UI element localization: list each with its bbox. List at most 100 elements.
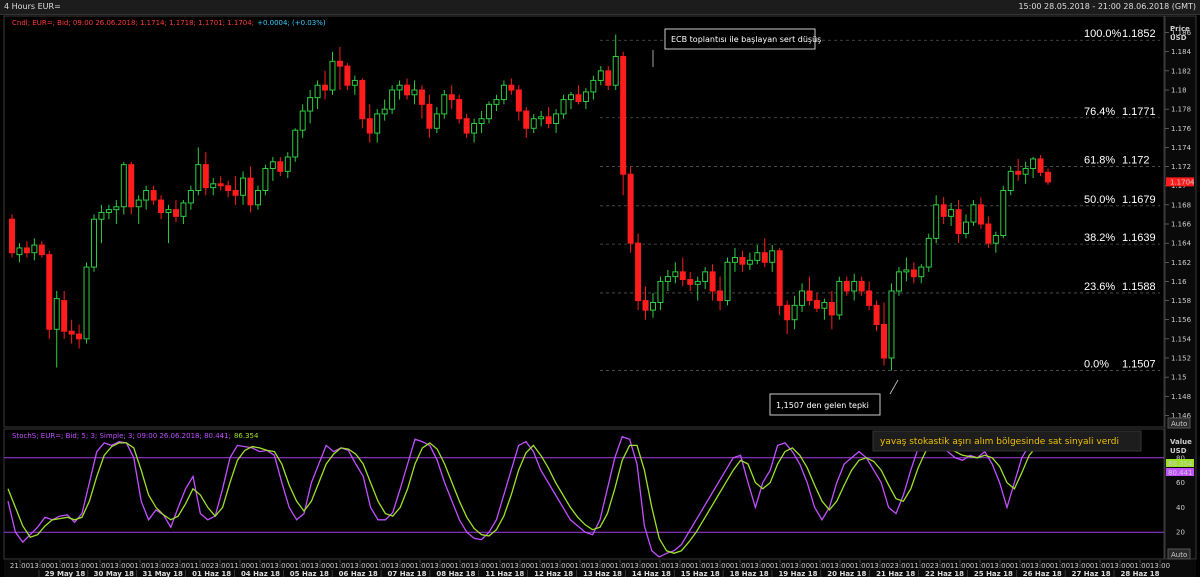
- candle-body: [642, 300, 649, 311]
- x-time-label: 23:00: [890, 562, 910, 570]
- x-date-label: 26 Haz 18: [1023, 570, 1062, 577]
- candle-body: [187, 190, 194, 204]
- candle-body: [396, 84, 403, 91]
- candle-body: [881, 324, 888, 359]
- candle-body: [478, 118, 485, 125]
- candle-body: [597, 70, 604, 81]
- candle-body: [970, 204, 977, 223]
- candle-body: [687, 279, 694, 285]
- title-bar: 4 Hours EUR= 15:00 28.05.2018 - 21:00 28…: [0, 0, 1200, 15]
- candle-body: [456, 99, 463, 120]
- candle-body: [694, 280, 701, 285]
- candle-body: [68, 330, 75, 335]
- x-time-label: 01:00: [250, 562, 270, 570]
- candle-body: [448, 94, 455, 101]
- x-date-label: 20 Haz 18: [827, 570, 866, 577]
- window-title: 4 Hours EUR=: [4, 2, 61, 11]
- candle-body: [679, 271, 686, 281]
- candle-body: [873, 304, 880, 326]
- candle-body: [717, 290, 724, 302]
- x-time-label: 01:00: [770, 562, 790, 570]
- candle-body: [307, 97, 314, 112]
- candle-body: [113, 206, 120, 211]
- candle-body: [284, 156, 291, 172]
- stoch-tick-label: 40: [1176, 504, 1185, 512]
- x-date-label: 11 Haz 18: [485, 570, 524, 577]
- candle-body: [172, 209, 179, 217]
- candle-body: [582, 91, 589, 102]
- candle-body: [843, 280, 850, 292]
- candle-body: [225, 185, 232, 191]
- candle-body: [1015, 170, 1022, 175]
- candle-body: [23, 247, 30, 254]
- price-tick-label: 1.182: [1171, 67, 1191, 75]
- x-time-label: 01:00: [90, 562, 110, 570]
- candle-body: [1030, 158, 1037, 169]
- candle-body: [731, 257, 738, 263]
- candle-body: [933, 204, 940, 239]
- x-time-label: 13:00: [550, 562, 570, 570]
- x-time-label: 13:00: [990, 562, 1010, 570]
- candle-body: [76, 333, 83, 340]
- price-info: Cndl; EUR=; Bid; 09:00 26.06.2018; 1.171…: [12, 19, 326, 27]
- price-tick-label: 1.166: [1171, 221, 1192, 229]
- candle-body: [105, 209, 112, 214]
- fib-value: 1.1507: [1122, 358, 1156, 370]
- x-time-label: 01:00: [490, 562, 510, 570]
- candle-body: [791, 304, 798, 321]
- x-time-label: 11:00: [190, 562, 210, 570]
- candle-body: [143, 190, 150, 201]
- x-time-label: 13:00: [1110, 562, 1130, 570]
- fib-percent: 0.0%: [1084, 358, 1109, 370]
- candle-body: [90, 218, 97, 268]
- x-time-label: 01:00: [530, 562, 550, 570]
- x-time-label: 01:00: [970, 562, 990, 570]
- candle-body: [16, 247, 23, 256]
- candle-body: [612, 56, 619, 86]
- candle-body: [657, 280, 664, 303]
- price-tick-label: 1.162: [1171, 259, 1191, 267]
- price-tick-label: 1.154: [1171, 335, 1192, 343]
- x-time-label: 11:00: [910, 562, 930, 570]
- x-time-label: 01:00: [330, 562, 350, 570]
- candle-body: [254, 190, 261, 206]
- candle-body: [538, 116, 545, 120]
- x-time-label: 13:00: [710, 562, 730, 570]
- candle-body: [381, 108, 388, 115]
- x-date-label: 18 Haz 18: [730, 570, 769, 577]
- candle-body: [523, 110, 530, 129]
- candle-body: [232, 190, 239, 196]
- candle-body: [828, 301, 835, 316]
- fib-value: 1.1771: [1122, 106, 1156, 118]
- x-time-label: 13:00: [1030, 562, 1050, 570]
- x-time-label: 13:00: [790, 562, 810, 570]
- candle-body: [866, 290, 873, 306]
- candle-body: [120, 164, 127, 208]
- candle-body: [992, 234, 999, 244]
- fib-value: 1.1639: [1122, 232, 1156, 244]
- x-time-label: 13:00: [110, 562, 130, 570]
- x-date-label: 21 Haz 18: [876, 570, 915, 577]
- candle-body: [925, 237, 932, 268]
- x-time-label: 01:00: [1010, 562, 1030, 570]
- x-time-label: 23:00: [170, 562, 190, 570]
- chart-canvas[interactable]: 100.0% 1.1852 76.4% 1.1771 61.8% 1.172 50.0% 1.…: [0, 15, 1200, 577]
- annotation-top: ECB toplantısı ile başlayan sert düşüş: [671, 35, 821, 44]
- candle-body: [351, 79, 358, 86]
- candle-body: [322, 84, 329, 91]
- candle-body: [858, 280, 865, 292]
- candle-body: [329, 60, 336, 91]
- x-time-label: 13:00: [630, 562, 650, 570]
- candle-body: [620, 56, 627, 175]
- candle-body: [195, 164, 202, 192]
- x-time-label: 13:00: [390, 562, 410, 570]
- candle-body: [910, 269, 917, 278]
- x-time-label: 23:00: [930, 562, 950, 570]
- candle-body: [769, 250, 776, 263]
- candle-body: [1000, 190, 1007, 236]
- x-time-label: 13:00: [750, 562, 770, 570]
- candle-body: [1007, 170, 1014, 192]
- stoch-tick-label: 60: [1176, 479, 1185, 487]
- annotation-bottom: 1,1507 den gelen tepki: [776, 401, 869, 410]
- candle-body: [336, 60, 343, 67]
